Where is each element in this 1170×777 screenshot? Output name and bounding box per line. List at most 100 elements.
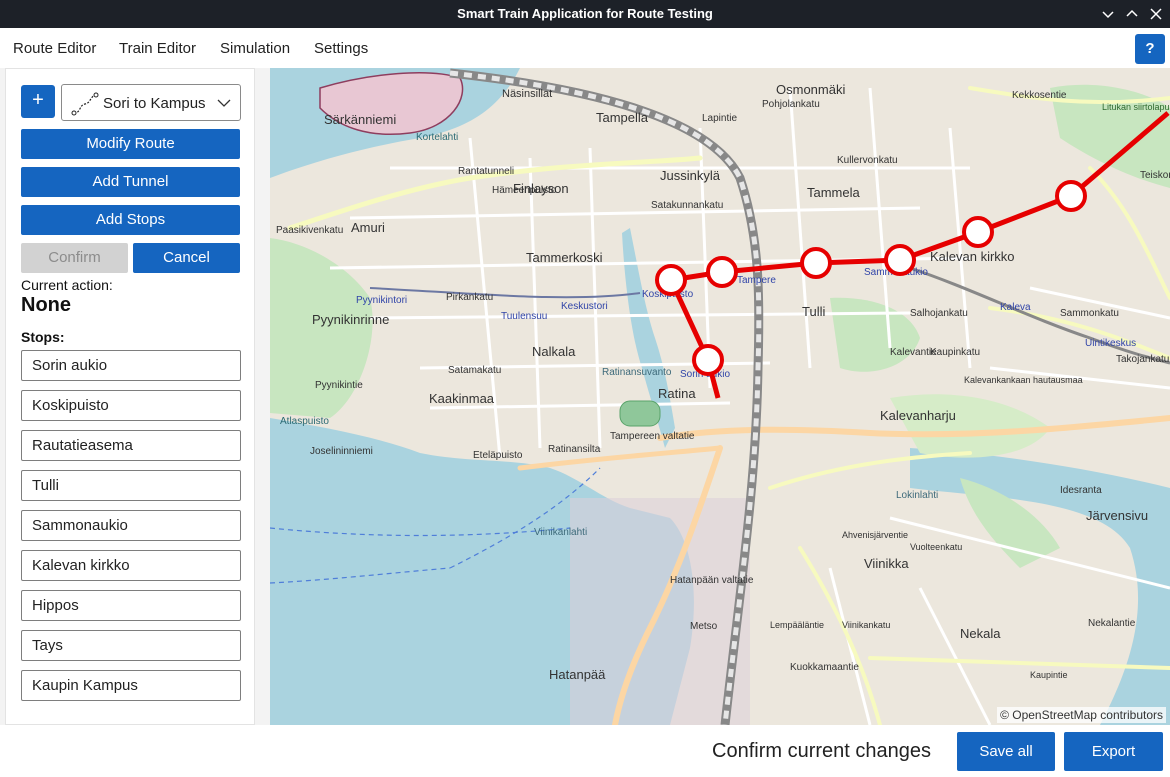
stop-marker[interactable] [706, 256, 738, 288]
map-canvas[interactable]: Särkänniemi Näsinsillat Tampella Osmonmä… [270, 68, 1170, 725]
map-label: Kullervonkatu [837, 155, 898, 166]
stop-field[interactable]: Tays [21, 630, 241, 661]
map-label: Metso [690, 621, 718, 632]
map-label: Satakunnankatu [651, 200, 723, 211]
stop-marker[interactable] [800, 247, 832, 279]
map-label: Vuolteenkatu [910, 542, 962, 552]
map-label: Osmonmäki [776, 82, 845, 97]
help-button[interactable]: ? [1135, 34, 1165, 64]
map-label: Tuulensuu [501, 311, 547, 322]
map-label: Lempääläntie [770, 620, 824, 630]
save-all-button[interactable]: Save all [957, 732, 1055, 771]
map-label: Ratinansuvanto [602, 367, 672, 378]
map-label: Idesranta [1060, 485, 1102, 496]
map-label: Ahvenisjärventie [842, 530, 908, 540]
app-window: Smart Train Application for Route Testin… [0, 0, 1170, 777]
map-label: Teiskontie [1140, 170, 1170, 181]
map-label: Kalevan kirkko [930, 249, 1015, 264]
window-title: Smart Train Application for Route Testin… [457, 6, 713, 21]
stop-field[interactable]: Kalevan kirkko [21, 550, 241, 581]
map-label: Tampella [596, 110, 649, 125]
stop-field[interactable]: Kaupin Kampus [21, 670, 241, 701]
route-editor-panel: + Sori to Kampus Modify Route Add Tunnel… [5, 68, 255, 725]
map-label: Pohjolankatu [762, 99, 820, 110]
map-label: Salhojankatu [910, 308, 968, 319]
map-view[interactable]: Särkänniemi Näsinsillat Tampella Osmonmä… [270, 68, 1170, 725]
confirm-button[interactable]: Confirm [21, 243, 128, 273]
map-label: Jussinkylä [660, 168, 721, 183]
map-label: Joselininniemi [310, 446, 373, 457]
map-label: Ratinansilta [548, 444, 601, 455]
menu-route-editor[interactable]: Route Editor [13, 40, 96, 57]
map-label: Nekalantie [1088, 618, 1136, 629]
map-label: Satamakatu [448, 365, 501, 376]
map-label: Kuokkamaantie [790, 662, 859, 673]
confirm-changes-text: Confirm current changes [712, 740, 931, 762]
map-label: Kalevanharju [880, 408, 956, 423]
map-label: Sammonkatu [1060, 308, 1119, 319]
map-label: Hatanpää [549, 667, 606, 682]
map-label: Eteläpuisto [473, 450, 523, 461]
map-label: Rantatunneli [458, 166, 514, 177]
maximize-icon[interactable] [1122, 4, 1142, 24]
map-label: Tampere [737, 275, 776, 286]
stop-marker[interactable] [884, 244, 916, 276]
map-label: Nalkala [532, 344, 576, 359]
menu-settings[interactable]: Settings [314, 40, 368, 57]
stop-field[interactable]: Koskipuisto [21, 390, 241, 421]
stop-marker[interactable] [655, 264, 687, 296]
route-icon [71, 92, 99, 116]
map-label: Pyynikinrinne [312, 312, 389, 327]
stop-field[interactable]: Sammonaukio [21, 510, 241, 541]
map-label: Kaupintie [1030, 670, 1068, 680]
cancel-button[interactable]: Cancel [133, 243, 240, 273]
map-label: Kaakinmaa [429, 391, 495, 406]
stop-marker[interactable] [692, 344, 724, 376]
map-label: Lokinlahti [896, 490, 938, 501]
map-label: Viinikka [864, 556, 909, 571]
map-label: Kekkosentie [1012, 90, 1067, 101]
export-button[interactable]: Export [1064, 732, 1163, 771]
map-label: Ratina [658, 386, 696, 401]
menu-simulation[interactable]: Simulation [220, 40, 290, 57]
menu-train-editor[interactable]: Train Editor [119, 40, 196, 57]
chevron-down-icon [217, 99, 231, 107]
map-label: Tampereen valtatie [610, 431, 695, 442]
title-bar: Smart Train Application for Route Testin… [0, 0, 1170, 28]
modify-route-button[interactable]: Modify Route [21, 129, 240, 159]
map-label: Hämeenpuisto [492, 185, 557, 196]
map-label: Atlaspuisto [280, 416, 329, 427]
map-label: Särkänniemi [324, 112, 396, 127]
add-tunnel-button[interactable]: Add Tunnel [21, 167, 240, 197]
map-label: Pyynikintie [315, 380, 363, 391]
stop-marker[interactable] [962, 216, 994, 248]
map-label: Kalevankankaan hautausmaa [964, 375, 1083, 385]
stop-field[interactable]: Rautatieasema [21, 430, 241, 461]
current-action-label: Current action: [21, 277, 113, 293]
stop-field[interactable]: Hippos [21, 590, 241, 621]
map-label: Kortelahti [416, 132, 458, 143]
minimize-icon[interactable] [1098, 4, 1118, 24]
map-label: Nekala [960, 626, 1001, 641]
route-select[interactable]: Sori to Kampus [61, 84, 241, 121]
map-label: Paasikivenkatu [276, 225, 343, 236]
map-label: Takojankatu [1116, 354, 1169, 365]
map-label: Lapintie [702, 113, 737, 124]
map-label: Uintikeskus [1085, 338, 1136, 349]
map-label: Amuri [351, 220, 385, 235]
map-label: Hatanpään valtatie [670, 575, 754, 586]
stop-marker[interactable] [1055, 180, 1087, 212]
map-label: Tammerkoski [526, 250, 603, 265]
map-label: Litukan siirtolapuutarha [1102, 102, 1170, 112]
stop-field[interactable]: Tulli [21, 470, 241, 501]
stop-field[interactable]: Sorin aukio [21, 350, 241, 381]
map-label: Keskustori [561, 301, 608, 312]
close-icon[interactable] [1146, 4, 1166, 24]
bottom-bar: Confirm current changes Save all Export [0, 725, 1170, 777]
route-select-value: Sori to Kampus [103, 95, 206, 112]
map-label: Viinikanlahti [534, 527, 587, 538]
map-label: Kaupinkatu [930, 347, 980, 358]
map-label: Kalevantie [890, 347, 937, 358]
add-route-button[interactable]: + [21, 85, 55, 118]
add-stops-button[interactable]: Add Stops [21, 205, 240, 235]
